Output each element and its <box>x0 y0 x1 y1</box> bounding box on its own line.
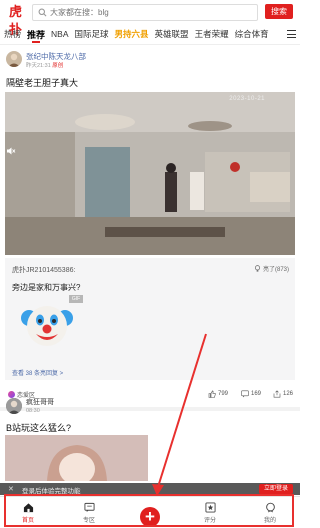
comment-like-count: 亮了(873) <box>262 267 289 273</box>
nav-rating[interactable]: 评分 <box>190 502 230 524</box>
nav-zone-label: 专区 <box>82 518 95 524</box>
nav-home-label: 首页 <box>21 518 34 524</box>
post-title[interactable]: B站玩这么猛么? <box>6 421 71 434</box>
nav-me-label: 我的 <box>263 518 276 524</box>
create-post-button[interactable]: + <box>140 507 160 527</box>
more-replies-link[interactable]: 查看 38 条亮回复 > <box>12 368 63 377</box>
search-icon <box>38 8 47 17</box>
clown-emoji-gif[interactable] <box>19 296 75 352</box>
tab-lol[interactable]: 英雄联盟 <box>152 28 192 40</box>
nav-zone[interactable]: 专区 <box>69 502 109 524</box>
tab-recommend[interactable]: 推荐 <box>24 28 48 41</box>
tab-hot-list[interactable]: 热榜 <box>0 28 24 40</box>
search-bar[interactable] <box>32 4 258 21</box>
login-banner: ✕ 登录后体验完整功能 立即登录 <box>0 483 300 495</box>
star-box-icon <box>204 502 216 513</box>
share-icon <box>273 390 281 398</box>
tab-intl-football[interactable]: 国际足球 <box>72 28 112 40</box>
section-divider <box>0 407 300 411</box>
gif-tag: GIF <box>69 295 83 303</box>
post-author[interactable]: 疯狂哥哥 <box>26 397 54 407</box>
post-time: 昨天21:31 <box>26 63 51 69</box>
comment-text: 旁边是家和万事兴? <box>12 283 81 292</box>
video-frame <box>5 92 295 255</box>
avatar[interactable] <box>6 51 22 67</box>
post-time: 08:30 <box>26 408 40 414</box>
nav-me[interactable]: 我的 <box>250 502 290 524</box>
hupu-logo[interactable]: 虎扑 <box>4 4 26 38</box>
comment-stat[interactable]: 169 <box>241 390 261 398</box>
profile-icon <box>265 502 275 513</box>
mute-icon[interactable] <box>6 146 16 156</box>
post-title[interactable]: 隔壁老王胆子真大 <box>6 76 78 89</box>
comment-like[interactable]: 亮了(873) <box>254 264 289 273</box>
post-thumbnail[interactable] <box>5 435 148 481</box>
search-input[interactable] <box>50 8 240 17</box>
video-timestamp: 2023-10-21 <box>229 96 265 102</box>
category-tabs: 热榜 推荐 NBA 国际足球 男持六县 英雄联盟 王者荣耀 综合体育 <box>0 26 300 42</box>
comment-icon <box>241 390 249 398</box>
active-tab-indicator <box>32 41 40 43</box>
tab-featured[interactable]: 男持六县 <box>112 28 152 40</box>
nav-rating-label: 评分 <box>203 518 216 524</box>
message-square-icon <box>83 502 95 513</box>
comment-user[interactable]: 虎扑JR2101455386: <box>12 265 75 275</box>
comment-count: 169 <box>251 391 262 397</box>
like-stat[interactable]: 799 <box>208 390 228 398</box>
login-prompt-text: 登录后体验完整功能 <box>22 488 81 495</box>
avatar[interactable] <box>6 398 22 414</box>
thumbs-up-icon <box>208 390 216 398</box>
home-icon <box>23 503 33 513</box>
hot-comment[interactable]: 虎扑JR2101455386: 亮了(873) 旁边是家和万事兴? GIF 查看… <box>5 258 295 380</box>
close-icon[interactable]: ✕ <box>8 485 14 493</box>
like-count: 799 <box>218 391 229 397</box>
menu-icon[interactable] <box>287 30 296 38</box>
tab-nba[interactable]: NBA <box>48 29 71 39</box>
topic-icon <box>8 391 15 398</box>
tab-honor-of-kings[interactable]: 王者荣耀 <box>192 28 232 40</box>
share-count: 126 <box>283 391 294 397</box>
tab-general-sports[interactable]: 综合体育 <box>232 28 272 40</box>
video-player[interactable]: 2023-10-21 <box>5 92 295 255</box>
divider <box>0 44 300 45</box>
nav-home[interactable]: 首页 <box>8 502 48 524</box>
bulb-icon <box>254 265 261 272</box>
original-badge: 原创 <box>52 63 64 69</box>
login-button[interactable]: 立即登录 <box>258 484 293 494</box>
post-meta: 昨天21:31 原创 <box>26 61 63 69</box>
share-stat[interactable]: 126 <box>273 390 293 398</box>
search-button[interactable]: 搜索 <box>265 4 293 19</box>
